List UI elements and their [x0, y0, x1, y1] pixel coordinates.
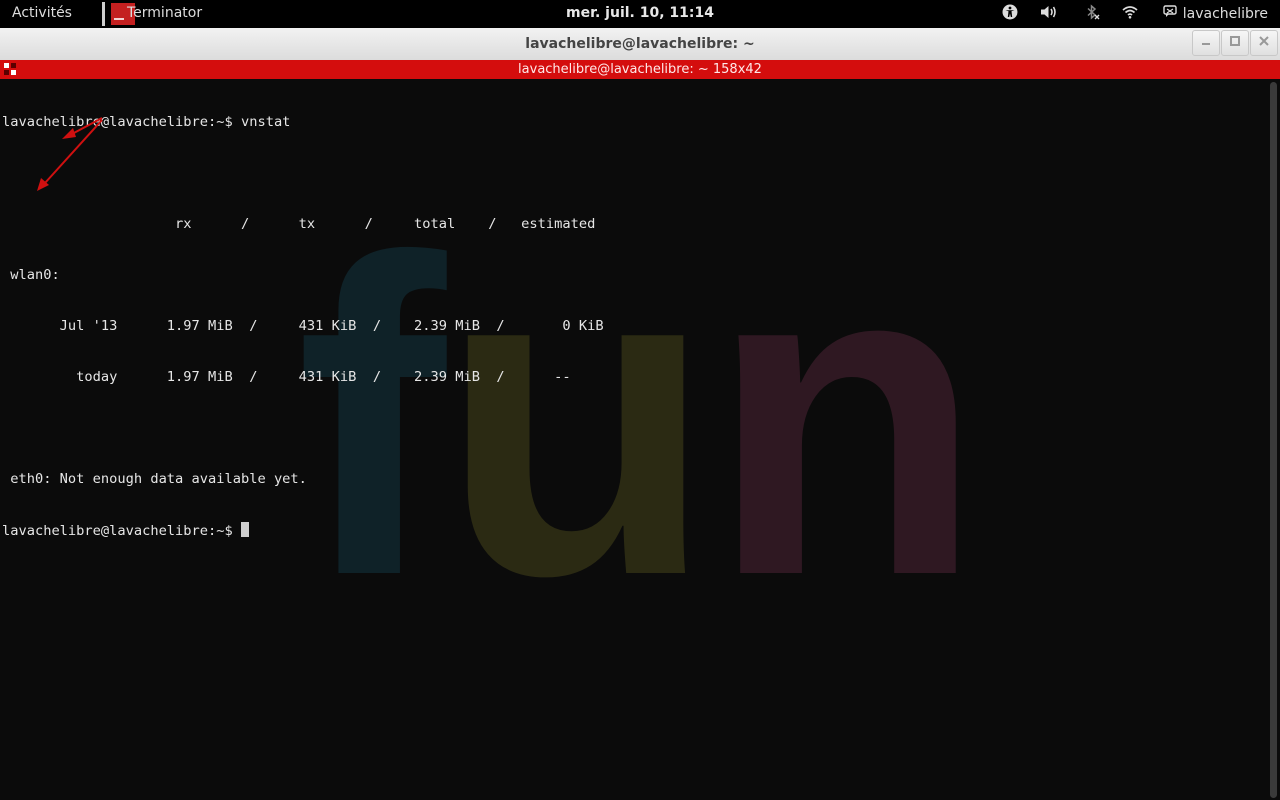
terminal-line: rx / tx / total / estimated [2, 216, 596, 232]
scrollbar-thumb[interactable] [1270, 82, 1277, 798]
minimize-button[interactable] [1192, 30, 1220, 56]
wifi-icon[interactable] [1122, 4, 1138, 24]
minimize-icon [1202, 43, 1210, 45]
bluetooth-off-icon[interactable] [1084, 4, 1100, 24]
text-cursor [240, 522, 249, 537]
user-chat-icon [1163, 5, 1177, 22]
terminator-titlebar[interactable]: lavachelibre@lavachelibre: ~ 158x42 [0, 60, 1280, 79]
annotation-arrows [37, 117, 103, 191]
arrow-to-wlan0 [62, 117, 103, 139]
window-titlebar[interactable]: lavachelibre@lavachelibre: ~ [0, 28, 1280, 61]
maximize-icon [1230, 36, 1240, 46]
accessibility-icon[interactable] [1002, 4, 1018, 24]
terminator-title: lavachelibre@lavachelibre: ~ 158x42 [518, 62, 762, 77]
close-button[interactable] [1250, 30, 1278, 56]
user-menu[interactable]: lavachelibre [1163, 5, 1268, 22]
terminal-line: today 1.97 MiB / 431 KiB / 2.39 MiB / -- [2, 369, 571, 385]
close-icon [1259, 36, 1269, 46]
prompt-line[interactable]: lavachelibre@lavachelibre:~$ [2, 522, 604, 539]
user-name: lavachelibre [1182, 5, 1268, 22]
prompt-text: lavachelibre@lavachelibre:~$ [2, 523, 241, 539]
window-title: lavachelibre@lavachelibre: ~ [525, 36, 755, 52]
maximize-button[interactable] [1221, 30, 1249, 56]
background-letter-n: n [708, 167, 984, 669]
terminal-line: wlan0: [2, 267, 60, 283]
terminal-line: Jul '13 1.97 MiB / 431 KiB / 2.39 MiB / … [2, 318, 604, 334]
volume-icon[interactable] [1040, 4, 1058, 24]
arrow-to-eth0 [37, 119, 103, 191]
terminal-scrollbar[interactable] [1268, 80, 1280, 800]
top-bar: Activités Terminator mer. juil. 10, 11:1… [0, 0, 1280, 28]
terminal-line: eth0: Not enough data available yet. [2, 471, 307, 487]
